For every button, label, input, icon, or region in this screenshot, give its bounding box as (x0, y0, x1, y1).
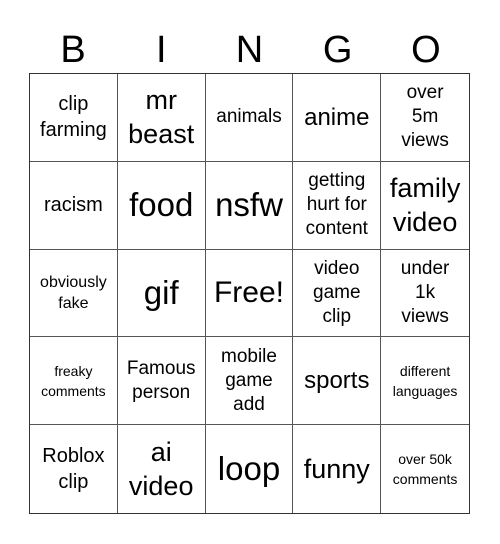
bingo-cell[interactable]: over 50k comments (381, 425, 469, 513)
bingo-cell[interactable]: freaky comments (30, 337, 118, 426)
bingo-cell[interactable]: nsfw (205, 161, 294, 250)
bingo-cell[interactable]: food (117, 161, 206, 250)
bingo-cell[interactable]: racism (30, 161, 118, 250)
cell-text: over 5m views (401, 82, 449, 152)
cell-text: ai video (128, 437, 194, 502)
bingo-cell[interactable]: funny (293, 425, 382, 513)
cell-text: different languages (392, 362, 458, 399)
bingo-cell[interactable]: clip farming (30, 74, 118, 162)
header-letter-g: G (322, 29, 353, 71)
cell-text: freaky comments (41, 362, 106, 399)
header-letter-b: B (60, 29, 86, 71)
bingo-cell[interactable]: different languages (381, 337, 469, 426)
cell-text: racism (43, 194, 103, 217)
bingo-board: clip farming mr beast animals anime over… (29, 73, 470, 514)
cell-text: clip farming (40, 93, 107, 142)
cell-text: obviously fake (40, 273, 107, 312)
cell-text: getting hurt for content (305, 170, 368, 240)
header-letter-n: N (235, 29, 264, 71)
cell-text: gif (143, 273, 179, 311)
cell-text: over 50k comments (392, 451, 458, 488)
cell-text: Free! (213, 275, 284, 309)
bingo-cell[interactable]: over 5m views (381, 74, 469, 162)
bingo-cell[interactable]: under 1k views (381, 250, 469, 338)
cell-text: mobile game add (221, 345, 277, 415)
bingo-cell[interactable]: family video (381, 162, 469, 250)
bingo-cell[interactable]: getting hurt for content (293, 161, 382, 250)
cell-text: funny (303, 454, 370, 485)
cell-text: sports (304, 367, 370, 395)
bingo-cell[interactable]: animals (205, 74, 294, 162)
cell-text: animals (216, 106, 282, 128)
cell-text: family video (389, 173, 461, 238)
cell-text: loop (217, 450, 281, 488)
cell-text: under 1k views (400, 257, 450, 327)
cell-text: Roblox clip (42, 445, 105, 494)
cell-text: Famous person (126, 357, 196, 403)
bingo-cell[interactable]: video game clip (293, 249, 382, 338)
bingo-cell[interactable]: loop (206, 425, 294, 513)
cell-text: nsfw (215, 186, 283, 224)
header-letter-o: O (411, 29, 441, 71)
free-space-cell[interactable]: Free! (205, 249, 294, 338)
bingo-cell[interactable]: gif (117, 249, 206, 338)
cell-text: anime (304, 103, 370, 131)
bingo-cell[interactable]: ai video (118, 425, 206, 513)
bingo-cell[interactable]: mr beast (117, 74, 206, 162)
bingo-cell[interactable]: mobile game add (205, 337, 294, 426)
cell-text: video game clip (313, 257, 361, 327)
header-letter-i: I (156, 29, 167, 71)
cell-text: mr beast (128, 85, 195, 150)
bingo-cell[interactable]: Roblox clip (30, 425, 118, 513)
cell-text: food (129, 186, 194, 224)
bingo-cell[interactable]: sports (293, 337, 382, 426)
bingo-cell[interactable]: obviously fake (30, 249, 118, 338)
bingo-cell[interactable]: anime (293, 74, 382, 162)
bingo-cell[interactable]: Famous person (117, 337, 206, 426)
bingo-header: B I N G O (29, 28, 470, 72)
